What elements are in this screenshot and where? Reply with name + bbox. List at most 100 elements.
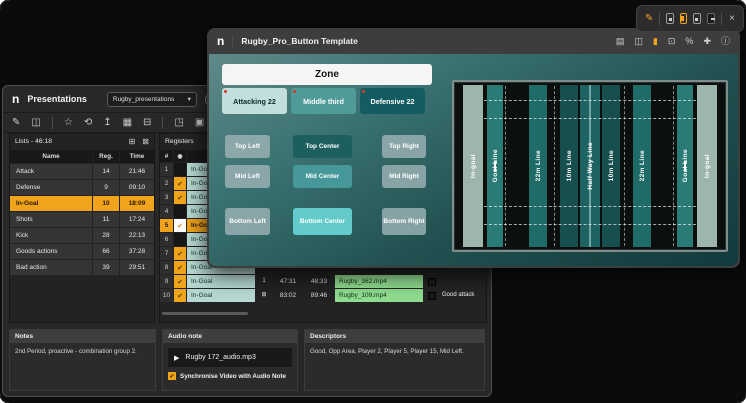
list-reg-count: 14	[93, 164, 119, 179]
lists-title: Lists - 46:18	[15, 138, 122, 145]
register-checkbox[interactable]	[174, 163, 186, 176]
register-checkbox[interactable]: ✔	[174, 191, 186, 204]
window-layout-1-icon[interactable]	[666, 13, 674, 24]
descriptors-header: Descriptors	[305, 330, 484, 343]
register-name: In-Goal	[187, 289, 255, 302]
register-time-start: 83:02	[273, 289, 303, 302]
presentation-select-dropdown[interactable]: Rugby_presentations ▾	[107, 92, 197, 107]
field-stripe-goal-line: Goal Line	[677, 85, 693, 247]
column-time: Time	[120, 150, 154, 163]
stats-icon[interactable]: %	[685, 37, 693, 46]
export-icon[interactable]: ↥	[103, 118, 111, 128]
grid-button-bottom-left[interactable]: Bottom Left	[225, 208, 270, 235]
move-icon[interactable]: ✚	[703, 37, 711, 46]
grid-button-mid-center[interactable]: Mid Center	[293, 165, 352, 188]
list-row[interactable]: Defense909:10	[10, 180, 154, 195]
list-row[interactable]: Kick2822:13	[10, 228, 154, 243]
copy-icon[interactable]: ◫	[634, 37, 643, 46]
zone-buttons-row: Attacking 22Middle thirdDefensive 22	[222, 88, 425, 114]
window-layout-2-icon[interactable]	[680, 13, 688, 24]
register-number: 5	[160, 219, 173, 232]
list-name: Kick	[10, 228, 92, 243]
list-reg-count: 39	[93, 260, 119, 275]
zone-button-middle-third[interactable]: Middle third	[291, 88, 356, 114]
grid-button-top-left[interactable]: Top Left	[225, 135, 270, 158]
field-stripe-label: 10m Line	[608, 150, 615, 181]
audio-note-header: Audio note	[163, 330, 297, 343]
list-reg-count: 28	[93, 228, 119, 243]
window-layout-3-icon[interactable]	[693, 13, 701, 24]
column-reg: Reg.	[93, 150, 119, 163]
register-checkbox[interactable]: ✔	[174, 247, 186, 260]
lock-icon[interactable]: ⊟	[143, 118, 151, 128]
register-checkbox[interactable]: ✔	[174, 289, 186, 302]
list-row[interactable]: Attack1421:46	[10, 164, 154, 179]
info-icon[interactable]: ⓘ	[721, 37, 730, 46]
toolbar-separator	[659, 13, 660, 25]
descriptors-panel: Descriptors Good, Opp Area, Player 2, Pl…	[304, 329, 485, 391]
refresh-icon[interactable]: ⟲	[84, 118, 92, 128]
register-file-checkbox[interactable]	[428, 292, 436, 300]
list-row[interactable]: Goods actions6637:28	[10, 244, 154, 259]
table-icon[interactable]: ▦	[123, 118, 132, 128]
case-icon[interactable]: ◫	[31, 118, 40, 128]
register-checkbox[interactable]: ✔	[174, 177, 186, 190]
lists-column-headers: Name Reg. Time	[10, 150, 154, 163]
field-stripe-label: In-goal	[704, 154, 711, 178]
edit-icon[interactable]: ✎	[12, 118, 20, 128]
grid-button-bottom-center[interactable]: Bottom Center	[293, 208, 352, 235]
video-icon[interactable]: ▣	[195, 118, 204, 128]
register-row[interactable]: 9✔In-Goal147:3148:33Rugby_362.mp4	[160, 275, 486, 288]
favorite-icon[interactable]: ☆	[64, 118, 73, 128]
field-stripe-label: 10m Line	[566, 150, 573, 181]
zone-button-attacking-22[interactable]: Attacking 22	[222, 88, 287, 114]
record-dot-icon	[293, 90, 296, 93]
lists-panel: Lists - 46:18 ⊞ ⊠ Name Reg. Time Attack1…	[9, 133, 155, 323]
sync-video-checkbox[interactable]: ✔	[168, 372, 176, 380]
draw-tool-icon[interactable]: ✎	[645, 14, 653, 24]
register-checkbox[interactable]	[174, 233, 186, 246]
registers-scrollbar[interactable]	[162, 312, 248, 315]
descriptors-text: Good, Opp Area, Player 2, Player 5, Play…	[305, 343, 484, 360]
register-checkbox[interactable]: ✔	[174, 219, 186, 232]
field-stripe-label: 22m Line	[535, 150, 542, 181]
window-layout-4-icon[interactable]	[707, 13, 715, 24]
register-checkbox[interactable]: ✔	[174, 275, 186, 288]
grid-button-mid-right[interactable]: Mid Right	[382, 165, 426, 188]
window-icon[interactable]: ⊡	[668, 37, 676, 46]
buttons-icon[interactable]: ▮	[653, 37, 658, 46]
grid-button-bottom-right[interactable]: Bottom Right	[382, 208, 426, 235]
grid-button-top-center[interactable]: Top Center	[293, 135, 352, 158]
register-checkbox[interactable]: ✔	[174, 261, 186, 274]
list-row[interactable]: In-Goal1018:09	[10, 196, 154, 211]
field-dashed-line	[484, 224, 696, 225]
list-row[interactable]: Bad action3929:51	[10, 260, 154, 275]
field-stripe-in-goal: In-goal	[463, 85, 483, 247]
register-extra-icon: ⊞	[256, 289, 272, 302]
list-time: 18:09	[120, 196, 154, 211]
record-dot-icon	[224, 90, 227, 93]
list-view-icon[interactable]: ▤	[616, 37, 625, 46]
register-checkbox[interactable]	[174, 205, 186, 218]
register-number: 8	[160, 261, 173, 274]
grid-button-top-right[interactable]: Top Right	[382, 135, 426, 158]
list-time: 29:51	[120, 260, 154, 275]
add-list-icon[interactable]: ⊞	[129, 137, 136, 146]
share-icon[interactable]: ◳	[174, 118, 183, 128]
play-icon[interactable]: ▶	[174, 354, 179, 362]
grid-button-mid-left[interactable]: Mid Left	[225, 165, 270, 188]
list-time: 17:24	[120, 212, 154, 227]
close-icon[interactable]: ×	[729, 14, 735, 24]
field-stripe-label: Half Way Line	[587, 142, 594, 190]
sync-video-label: Synchronise Video with Audio Note	[180, 373, 286, 380]
register-file-checkbox[interactable]	[428, 278, 436, 286]
list-name: Bad action	[10, 260, 92, 275]
register-row[interactable]: 10✔In-Goal⊞83:0289:46Rugby_109.mp4Good a…	[160, 289, 486, 302]
zone-category-header: Zone	[222, 64, 432, 85]
list-row[interactable]: Shots1117:24	[10, 212, 154, 227]
delete-list-icon[interactable]: ⊠	[142, 137, 149, 146]
zone-button-defensive-22[interactable]: Defensive 22	[360, 88, 425, 114]
app-window: n Presentations Rugby_presentations ▾ × …	[0, 0, 746, 403]
register-number: 3	[160, 191, 173, 204]
field-dashed-line-vertical	[554, 86, 555, 246]
